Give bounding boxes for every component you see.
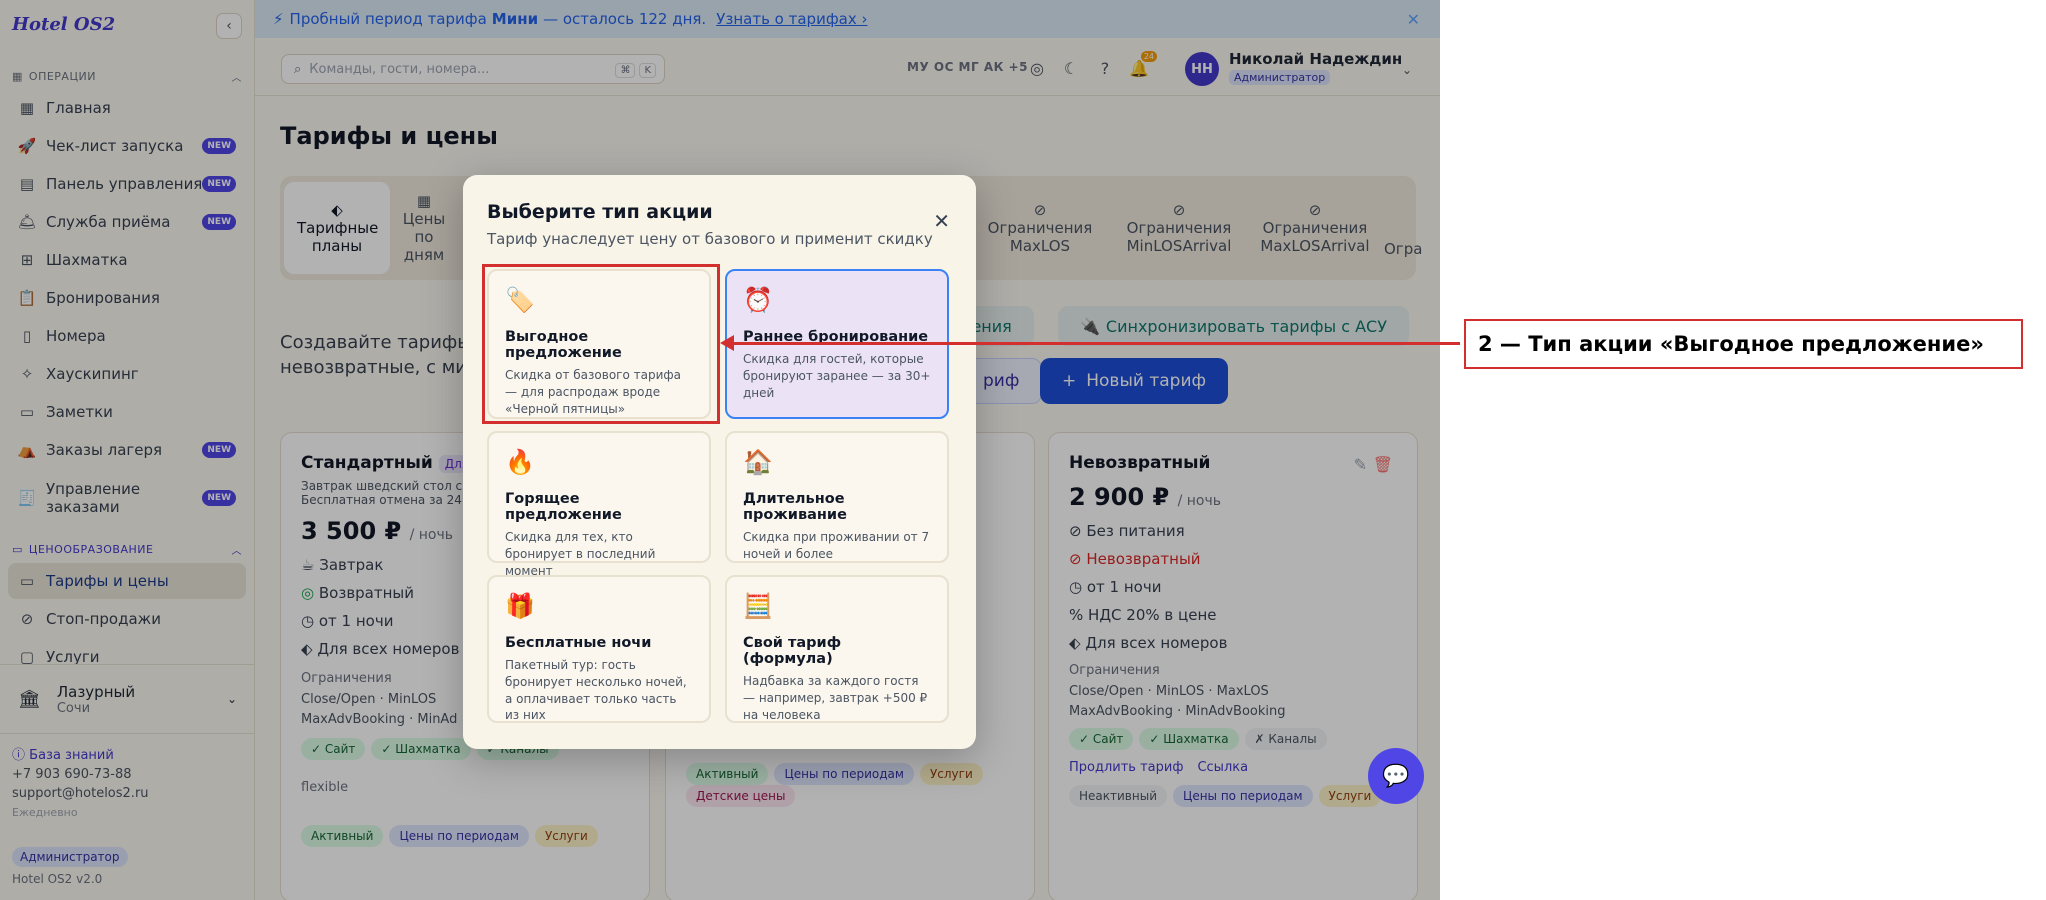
option-free-nights[interactable]: 🎁 Бесплатные ночи Пакетный тур: гость бр… xyxy=(487,575,711,723)
chat-button[interactable]: 💬 xyxy=(1368,748,1424,804)
annotation-arrow xyxy=(732,342,1460,345)
modal-title: Выберите тип акции xyxy=(487,201,713,223)
annotation-highlight xyxy=(482,264,720,424)
close-icon[interactable]: ✕ xyxy=(933,209,950,233)
annotation-label: 2 — Тип акции «Выгодное предложение» xyxy=(1464,319,2023,369)
alarm-clock-icon: ⏰ xyxy=(743,286,773,314)
abacus-icon: 🧮 xyxy=(743,592,773,620)
option-custom-formula[interactable]: 🧮 Свой тариф (формула) Надбавка за каждо… xyxy=(725,575,949,723)
modal-subtitle: Тариф унаследует цену от базового и прим… xyxy=(487,230,933,248)
fire-icon: 🔥 xyxy=(505,448,535,476)
option-last-minute[interactable]: 🔥 Горящее предложение Скидка для тех, кт… xyxy=(487,431,711,578)
promo-type-modal: Выберите тип акции Тариф унаследует цену… xyxy=(463,175,976,749)
annotation-arrow-head xyxy=(720,335,734,351)
chat-icon: 💬 xyxy=(1382,763,1410,789)
app-window: Hotel OS2 ‹ ▦ ОПЕРАЦИИ ︿ ▦ Главная 🚀 Чек-лис… xyxy=(0,0,1440,900)
house-icon: 🏠 xyxy=(743,448,773,476)
gift-icon: 🎁 xyxy=(505,592,535,620)
option-long-stay[interactable]: 🏠 Длительное проживание Скидка при прожи… xyxy=(725,431,949,563)
